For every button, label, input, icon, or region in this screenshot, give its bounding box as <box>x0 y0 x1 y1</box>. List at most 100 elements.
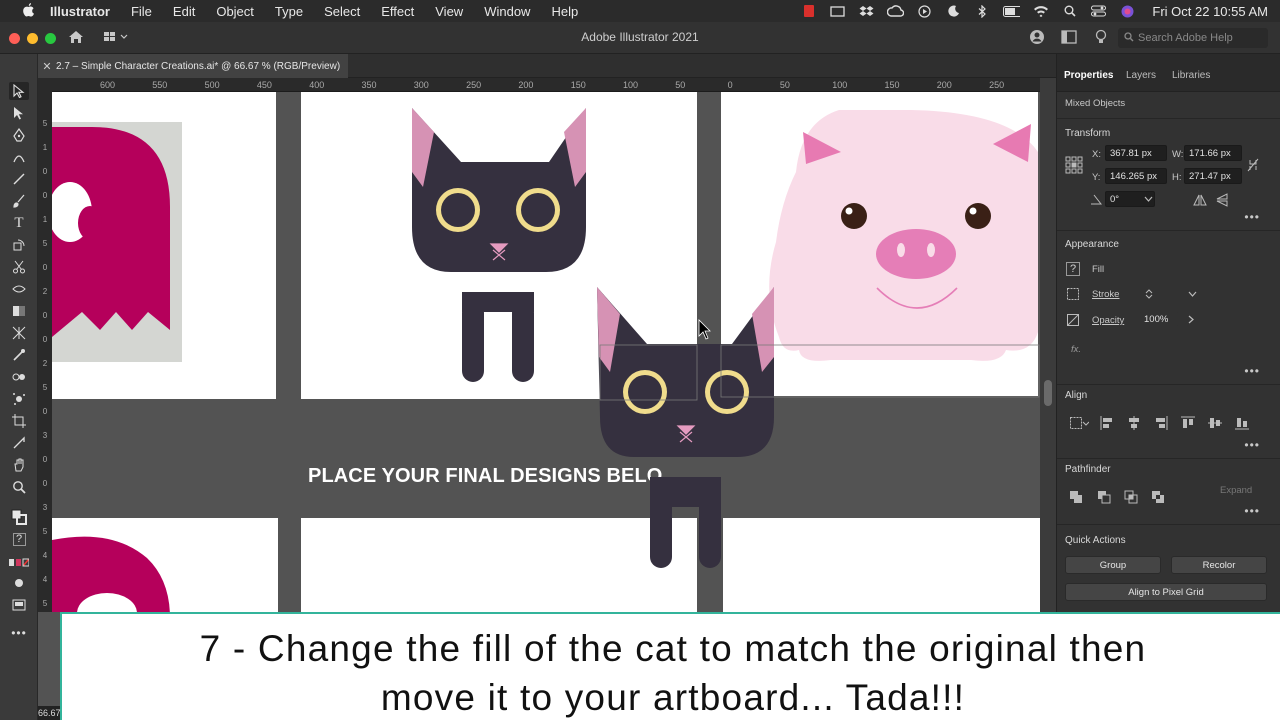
dropbox-icon[interactable] <box>858 4 875 18</box>
draw-mode-icon[interactable] <box>9 574 29 592</box>
vertical-ruler[interactable]: 5 1 0 0 1 5 0 2 0 0 2 5 0 3 0 0 3 5 4 4 5 <box>38 92 52 612</box>
artboard-tool-icon[interactable] <box>9 412 29 430</box>
eyedropper-tool-icon[interactable] <box>9 346 29 364</box>
wifi-icon[interactable] <box>1032 4 1049 18</box>
zoom-tool-icon[interactable] <box>9 478 29 496</box>
align-top-icon[interactable] <box>1181 416 1195 430</box>
tab-properties[interactable]: Properties <box>1064 70 1113 81</box>
discover-lightbulb-icon[interactable] <box>1092 28 1110 46</box>
horizontal-ruler[interactable]: 600 550 500 450 400 350 300 250 200 150 100 50 0 50 10… <box>52 78 1040 92</box>
canvas-vertical-scrollbar[interactable] <box>1040 78 1056 612</box>
fill-unknown-icon[interactable]: ? <box>9 530 29 548</box>
fill-stroke-swap-icon[interactable] <box>9 508 29 526</box>
align-vertical-center-icon[interactable] <box>1208 416 1222 430</box>
edit-toolbar-more-icon[interactable]: ••• <box>9 624 29 642</box>
gradient-tool-icon[interactable] <box>9 302 29 320</box>
zoom-level-field[interactable]: 66.67 <box>38 706 61 720</box>
scissors-tool-icon[interactable] <box>9 258 29 276</box>
reference-point-icon[interactable] <box>1065 156 1083 174</box>
siri-icon[interactable] <box>1119 4 1136 18</box>
play-icon[interactable] <box>916 4 933 18</box>
paintbrush-tool-icon[interactable] <box>9 192 29 210</box>
direct-selection-tool-icon[interactable] <box>9 104 29 122</box>
transform-h-input[interactable]: 271.47 px <box>1184 168 1242 184</box>
tab-layers[interactable]: Layers <box>1126 70 1156 81</box>
slice-tool-icon[interactable] <box>9 434 29 452</box>
battery-icon[interactable] <box>1003 4 1021 18</box>
symbol-sprayer-tool-icon[interactable] <box>9 390 29 408</box>
bluetooth-icon[interactable] <box>974 4 991 18</box>
opacity-icon[interactable] <box>1066 313 1080 327</box>
transform-y-input[interactable]: 146.265 px <box>1105 168 1167 184</box>
type-tool-icon[interactable]: T <box>9 214 29 232</box>
stroke-label[interactable]: Stroke <box>1092 289 1119 300</box>
hand-tool-icon[interactable] <box>9 456 29 474</box>
moon-icon[interactable] <box>945 4 962 18</box>
screen-icon[interactable] <box>829 4 846 18</box>
document-tab[interactable]: ✕ 2.7 – Simple Character Creations.ai* @… <box>38 54 348 78</box>
flip-vertical-icon[interactable] <box>1215 193 1229 207</box>
transform-w-input[interactable]: 171.66 px <box>1184 145 1242 161</box>
adobe-help-search-input[interactable]: Search Adobe Help <box>1118 28 1268 48</box>
pathfinder-expand-button[interactable]: Expand <box>1220 485 1252 496</box>
constrain-proportions-icon[interactable] <box>1246 158 1260 172</box>
scrollbar-thumb[interactable] <box>1044 380 1052 406</box>
opacity-expand-icon[interactable] <box>1184 312 1198 326</box>
menu-select[interactable]: Select <box>324 4 360 19</box>
ruler-origin[interactable] <box>38 78 52 92</box>
selection-tool-icon[interactable] <box>9 82 29 100</box>
tab-libraries[interactable]: Libraries <box>1172 70 1210 81</box>
creative-cloud-icon[interactable] <box>887 4 905 18</box>
group-button[interactable]: Group <box>1065 556 1161 574</box>
menu-effect[interactable]: Effect <box>381 4 414 19</box>
arrange-documents-icon[interactable] <box>1060 28 1078 46</box>
close-document-icon[interactable]: ✕ <box>38 60 56 73</box>
opacity-label[interactable]: Opacity <box>1092 315 1124 326</box>
align-horizontal-center-icon[interactable] <box>1127 416 1141 430</box>
align-to-pixel-grid-button[interactable]: Align to Pixel Grid <box>1065 583 1267 601</box>
align-bottom-icon[interactable] <box>1235 416 1249 430</box>
mesh-tool-icon[interactable] <box>9 324 29 342</box>
menubar-clock[interactable]: Fri Oct 22 10:55 AM <box>1152 4 1268 19</box>
menu-type[interactable]: Type <box>275 4 303 19</box>
pen-tool-icon[interactable] <box>9 126 29 144</box>
menu-illustrator[interactable]: Illustrator <box>50 4 110 19</box>
curvature-tool-icon[interactable] <box>9 148 29 166</box>
color-mode-icons[interactable] <box>9 554 29 572</box>
appearance-more-options-icon[interactable]: ••• <box>1244 364 1260 378</box>
rotate-dropdown-icon[interactable] <box>1141 192 1155 206</box>
fx-label[interactable]: fx. <box>1071 344 1081 355</box>
stroke-weight-dropdown-icon[interactable] <box>1185 287 1199 301</box>
transform-x-input[interactable]: 367.81 px <box>1105 145 1167 161</box>
rotate-tool-icon[interactable] <box>9 236 29 254</box>
pathfinder-exclude-icon[interactable] <box>1151 490 1165 504</box>
screen-mode-icon[interactable] <box>9 596 29 614</box>
flip-horizontal-icon[interactable] <box>1193 193 1207 207</box>
share-icon[interactable] <box>1028 28 1046 46</box>
width-tool-icon[interactable] <box>9 280 29 298</box>
menu-window[interactable]: Window <box>484 4 530 19</box>
align-right-icon[interactable] <box>1154 416 1168 430</box>
align-more-options-icon[interactable]: ••• <box>1244 438 1260 452</box>
transform-more-options-icon[interactable]: ••• <box>1244 210 1260 224</box>
menu-file[interactable]: File <box>131 4 152 19</box>
pathfinder-unite-icon[interactable] <box>1069 490 1083 504</box>
align-to-selection-icon[interactable] <box>1069 416 1089 430</box>
record-icon[interactable] <box>800 4 817 18</box>
blend-tool-icon[interactable] <box>9 368 29 386</box>
search-icon[interactable] <box>1061 4 1078 18</box>
fill-swatch-icon[interactable]: ? <box>1066 262 1080 276</box>
pathfinder-intersect-icon[interactable] <box>1124 490 1138 504</box>
menu-view[interactable]: View <box>435 4 463 19</box>
menu-help[interactable]: Help <box>551 4 578 19</box>
pathfinder-more-options-icon[interactable]: ••• <box>1244 504 1260 518</box>
menu-object[interactable]: Object <box>216 4 254 19</box>
line-segment-tool-icon[interactable] <box>9 170 29 188</box>
apple-icon[interactable] <box>20 2 36 21</box>
recolor-button[interactable]: Recolor <box>1171 556 1267 574</box>
artboard-canvas[interactable]: PLACE YOUR FINAL DESIGNS BELO <box>52 92 1040 612</box>
pathfinder-minus-front-icon[interactable] <box>1097 490 1111 504</box>
stroke-weight-stepper-icon[interactable] <box>1142 287 1156 301</box>
control-center-icon[interactable] <box>1090 4 1107 18</box>
opacity-input[interactable]: 100% <box>1139 311 1179 327</box>
